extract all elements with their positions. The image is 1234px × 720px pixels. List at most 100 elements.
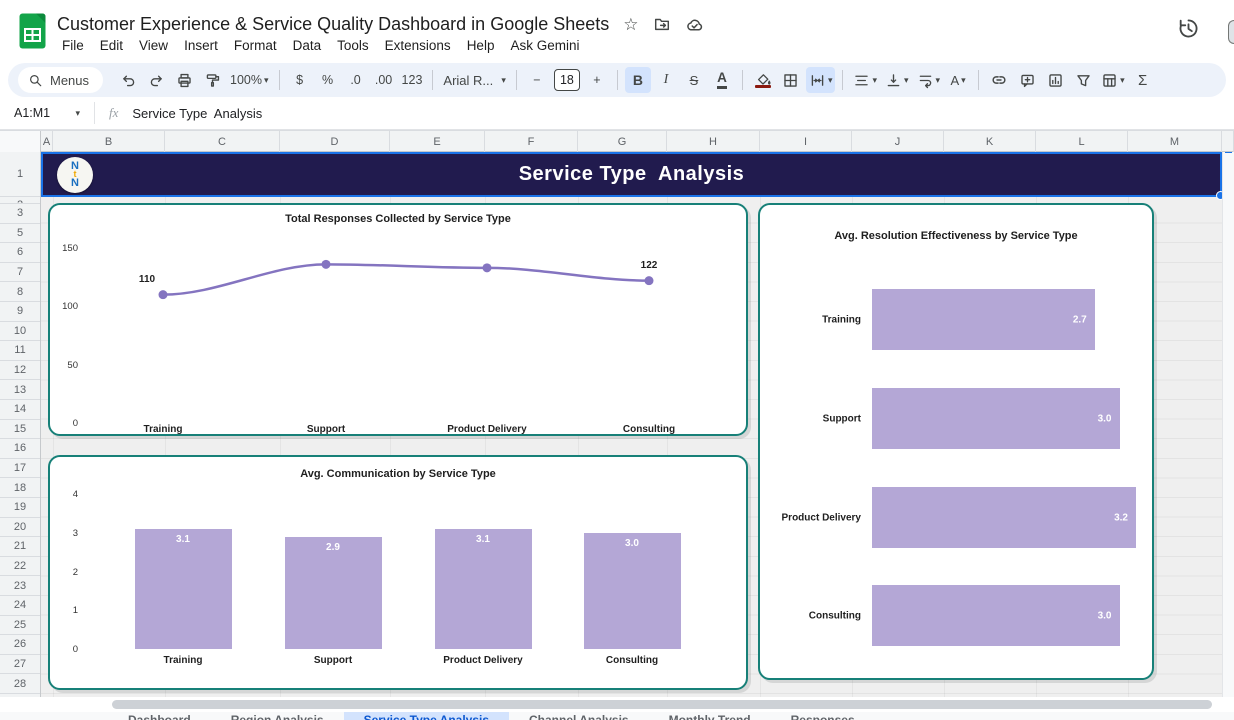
horizontal-align-button[interactable]: ▾ <box>850 67 880 93</box>
print-button[interactable] <box>171 67 197 93</box>
increase-decimal-button[interactable]: .00 <box>371 67 397 93</box>
row-header-10[interactable]: 10 <box>0 322 40 342</box>
borders-button[interactable] <box>778 67 804 93</box>
row-header-13[interactable]: 13 <box>0 380 40 400</box>
insert-chart-button[interactable] <box>1042 67 1068 93</box>
menu-view[interactable]: View <box>132 36 175 55</box>
banner-cell-a1-m1[interactable]: N t N Service Type Analysis <box>41 152 1222 197</box>
column-headers[interactable]: ABCDEFGHIJKLM <box>0 130 1234 152</box>
horizontal-scrollbar-thumb[interactable] <box>112 700 1212 709</box>
row-header-6[interactable]: 6 <box>0 243 40 263</box>
font-size-input[interactable]: 18 <box>554 69 580 91</box>
chart-total-responses[interactable]: Total Responses Collected by Service Typ… <box>48 203 748 436</box>
row-header-19[interactable]: 19 <box>0 498 40 518</box>
row-header-24[interactable]: 24 <box>0 596 40 616</box>
increase-font-size-button[interactable]: + <box>584 67 610 93</box>
menu-insert[interactable]: Insert <box>177 36 225 55</box>
column-header-F[interactable]: F <box>485 131 578 152</box>
row-header-22[interactable]: 22 <box>0 557 40 577</box>
star-icon[interactable]: ☆ <box>623 16 638 33</box>
menu-data[interactable]: Data <box>286 36 329 55</box>
row-header-28[interactable]: 28 <box>0 674 40 694</box>
column-header-H[interactable]: H <box>667 131 760 152</box>
row-header-3[interactable]: 3 <box>0 204 40 224</box>
row-header-25[interactable]: 25 <box>0 616 40 636</box>
move-to-folder-icon[interactable] <box>653 15 671 33</box>
document-title[interactable]: Customer Experience & Service Quality Da… <box>57 14 609 35</box>
column-header-M[interactable]: M <box>1128 131 1222 152</box>
menu-help[interactable]: Help <box>460 36 502 55</box>
row-header-8[interactable]: 8 <box>0 282 40 302</box>
row-header-18[interactable]: 18 <box>0 478 40 498</box>
vertical-scrollbar[interactable] <box>1222 152 1234 697</box>
row-header-11[interactable]: 11 <box>0 341 40 361</box>
chart-avg-resolution-effectiveness[interactable]: Avg. Resolution Effectiveness by Service… <box>758 203 1154 680</box>
row-header-14[interactable]: 14 <box>0 400 40 420</box>
redo-button[interactable] <box>143 67 169 93</box>
create-filter-button[interactable] <box>1070 67 1096 93</box>
row-header-27[interactable]: 27 <box>0 655 40 675</box>
menu-tools[interactable]: Tools <box>330 36 376 55</box>
row-header-17[interactable]: 17 <box>0 459 40 479</box>
row-header-16[interactable]: 16 <box>0 439 40 459</box>
select-all-corner[interactable] <box>0 131 41 152</box>
row-header-9[interactable]: 9 <box>0 302 40 322</box>
decrease-decimal-button[interactable]: .0 <box>343 67 369 93</box>
row-header-7[interactable]: 7 <box>0 263 40 283</box>
name-box[interactable]: A1:M1 ▾ <box>0 106 88 120</box>
sheet-tab-dashboard[interactable]: Dashboard <box>108 712 211 720</box>
paint-format-button[interactable] <box>199 67 225 93</box>
column-header-K[interactable]: K <box>944 131 1036 152</box>
font-select[interactable]: Arial R...▾ <box>440 67 509 93</box>
bold-button[interactable]: B <box>625 67 651 93</box>
row-header-21[interactable]: 21 <box>0 537 40 557</box>
column-header-L[interactable]: L <box>1036 131 1128 152</box>
row-header-1[interactable]: 1 <box>0 152 40 197</box>
row-header-26[interactable]: 26 <box>0 635 40 655</box>
menu-format[interactable]: Format <box>227 36 284 55</box>
version-history-icon[interactable] <box>1177 17 1200 40</box>
text-color-button[interactable]: A <box>709 67 735 93</box>
vertical-align-button[interactable]: ▾ <box>882 67 912 93</box>
column-header-G[interactable]: G <box>578 131 667 152</box>
sheet-tab-monthly-trend[interactable]: Monthly Trend <box>649 712 771 720</box>
row-header-15[interactable]: 15 <box>0 420 40 440</box>
format-currency-button[interactable]: $ <box>287 67 313 93</box>
more-formats-button[interactable]: 123 <box>399 67 426 93</box>
row-header-20[interactable]: 20 <box>0 518 40 538</box>
menu-edit[interactable]: Edit <box>93 36 130 55</box>
table-tools-button[interactable]: ▾ <box>1098 67 1128 93</box>
column-header-partial[interactable] <box>1222 131 1234 152</box>
column-header-E[interactable]: E <box>390 131 485 152</box>
chart-avg-communication[interactable]: Avg. Communication by Service Type 01234… <box>48 455 748 690</box>
menu-ask-gemini[interactable]: Ask Gemini <box>503 36 586 55</box>
sheet-tab-region-analysis[interactable]: Region Analysis <box>211 712 344 720</box>
strikethrough-button[interactable]: S <box>681 67 707 93</box>
decrease-font-size-button[interactable]: − <box>524 67 550 93</box>
sheet-tab-channel-analysis[interactable]: Channel Analysis <box>509 712 649 720</box>
column-header-D[interactable]: D <box>280 131 390 152</box>
functions-button[interactable]: Σ <box>1130 67 1156 93</box>
sheet-tab-responses[interactable]: Responses <box>771 712 875 720</box>
zoom-select[interactable]: 100%▾ <box>227 67 272 93</box>
row-header-23[interactable]: 23 <box>0 576 40 596</box>
sheet-tab-service-type-analysis[interactable]: Service Type Analysis <box>344 712 509 720</box>
formula-input[interactable]: Service Type Analysis <box>132 106 262 121</box>
row-headers[interactable]: 1235678910111213141516171819202122232425… <box>0 152 41 697</box>
menus-search-button[interactable]: Menus <box>18 67 103 93</box>
menu-file[interactable]: File <box>55 36 91 55</box>
column-header-B[interactable]: B <box>53 131 165 152</box>
share-button-partial[interactable] <box>1228 20 1234 44</box>
google-sheets-logo-icon[interactable] <box>19 13 46 49</box>
menu-extensions[interactable]: Extensions <box>378 36 458 55</box>
format-percent-button[interactable]: % <box>315 67 341 93</box>
fill-color-button[interactable] <box>750 67 776 93</box>
row-header-12[interactable]: 12 <box>0 361 40 381</box>
cloud-saved-icon[interactable] <box>685 15 704 34</box>
horizontal-scrollbar[interactable] <box>0 697 1234 712</box>
undo-button[interactable] <box>115 67 141 93</box>
row-header-5[interactable]: 5 <box>0 224 40 244</box>
column-header-I[interactable]: I <box>760 131 852 152</box>
text-wrapping-button[interactable]: ▾ <box>914 67 944 93</box>
italic-button[interactable]: I <box>653 67 679 93</box>
